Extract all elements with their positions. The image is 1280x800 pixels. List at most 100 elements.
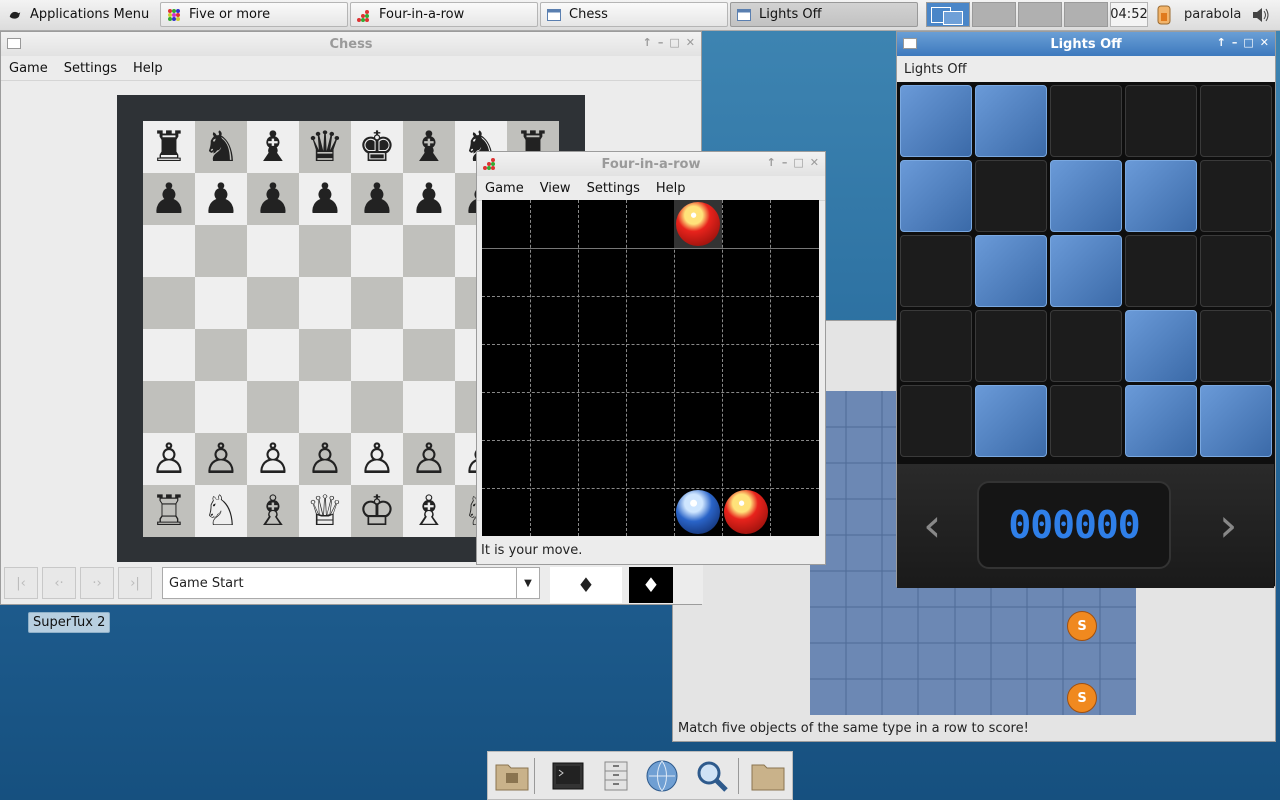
chess-square[interactable] [195,329,247,381]
four-in-a-row-app-icon[interactable] [483,156,497,170]
search-icon[interactable] [694,758,730,794]
chess-square[interactable] [299,329,351,381]
workspace-1[interactable] [926,2,970,27]
light-off[interactable] [1050,385,1122,457]
orange-piece-icon[interactable]: S [1067,611,1097,641]
chess-square[interactable]: ♗ [247,485,299,537]
orange-piece-icon[interactable]: S [1067,683,1097,713]
chess-square[interactable] [403,381,455,433]
maximize-icon[interactable]: □ [793,156,803,169]
web-browser-icon[interactable] [644,758,680,794]
chess-square[interactable]: ♙ [299,433,351,485]
chess-square[interactable]: ♛ [299,121,351,173]
chess-square[interactable] [247,225,299,277]
maximize-icon[interactable]: □ [1243,36,1253,49]
battery-icon[interactable] [1154,4,1174,26]
chess-square[interactable]: ♗ [403,485,455,537]
chess-square[interactable]: ♙ [143,433,195,485]
light-off[interactable] [1050,310,1122,382]
next-level-icon[interactable]: › [1219,498,1237,552]
light-on[interactable] [1125,160,1197,232]
chess-square[interactable] [195,381,247,433]
chess-square[interactable]: ♔ [351,485,403,537]
applications-menu-button[interactable]: Applications Menu [2,2,156,27]
chess-square[interactable]: ♟ [247,173,299,225]
maximize-icon[interactable]: □ [669,36,679,49]
menu-settings[interactable]: Settings [64,61,117,76]
light-off[interactable] [1200,85,1272,157]
chess-square[interactable]: ♟ [299,173,351,225]
first-move-button[interactable]: |‹ [4,567,38,599]
chess-square[interactable]: ♙ [195,433,247,485]
light-on[interactable] [975,235,1047,307]
chess-square[interactable] [351,277,403,329]
chess-square[interactable] [299,381,351,433]
chess-square[interactable] [403,329,455,381]
light-off[interactable] [1200,160,1272,232]
menu-settings[interactable]: Settings [587,181,640,196]
light-off[interactable] [975,160,1047,232]
history-combo[interactable]: Game Start ▼ [162,567,540,599]
chess-square[interactable]: ♞ [195,121,247,173]
menu-help[interactable]: Help [656,181,686,196]
previous-move-button[interactable]: ‹· [42,567,76,599]
chess-square[interactable] [143,277,195,329]
shade-icon[interactable]: ↑ [1217,36,1226,49]
light-off[interactable] [1125,85,1197,157]
minimize-icon[interactable]: – [782,156,788,169]
desktop-icon-supertux[interactable]: SuperTux 2 [28,612,111,633]
chess-square[interactable]: ♘ [195,485,247,537]
task-chess[interactable]: Chess [540,2,728,27]
light-off[interactable] [975,310,1047,382]
chess-square[interactable] [299,277,351,329]
light-off[interactable] [900,385,972,457]
chess-square[interactable]: ♕ [299,485,351,537]
light-on[interactable] [1200,385,1272,457]
folder-icon[interactable] [750,758,786,794]
light-off[interactable] [1200,235,1272,307]
shade-icon[interactable]: ↑ [767,156,776,169]
close-icon[interactable]: ✕ [1260,36,1269,49]
light-off[interactable] [1200,310,1272,382]
chess-square[interactable]: ♟ [143,173,195,225]
light-on[interactable] [1125,310,1197,382]
chess-square[interactable] [351,329,403,381]
four-in-a-row-board[interactable] [482,200,819,536]
chess-square[interactable] [351,225,403,277]
chess-square[interactable]: ♚ [351,121,403,173]
last-move-button[interactable]: ›| [118,567,152,599]
light-on[interactable] [975,385,1047,457]
light-on[interactable] [1050,160,1122,232]
menu-game[interactable]: Game [9,61,48,76]
chess-square[interactable]: ♖ [143,485,195,537]
chess-square[interactable] [351,381,403,433]
light-off[interactable] [900,235,972,307]
chess-square[interactable]: ♝ [403,121,455,173]
chess-square[interactable] [195,277,247,329]
menu-help[interactable]: Help [133,61,163,76]
light-on[interactable] [900,160,972,232]
task-five-or-more[interactable]: Five or more [160,2,348,27]
window-menu-icon[interactable] [7,38,21,49]
light-on[interactable] [1125,385,1197,457]
chess-square[interactable]: ♝ [247,121,299,173]
chess-square[interactable] [403,277,455,329]
chess-square[interactable] [247,329,299,381]
task-four-in-a-row[interactable]: Four-in-a-row [350,2,538,27]
chess-square[interactable] [143,381,195,433]
chess-square[interactable]: ♙ [403,433,455,485]
terminal-icon[interactable] [550,758,586,794]
light-off[interactable] [900,310,972,382]
task-lights-off[interactable]: Lights Off [730,2,918,27]
chess-square[interactable]: ♟ [351,173,403,225]
chess-square[interactable] [247,277,299,329]
previous-level-icon[interactable]: ‹ [923,498,941,552]
shade-icon[interactable]: ↑ [643,36,652,49]
menu-view[interactable]: View [540,181,571,196]
light-on[interactable] [900,85,972,157]
light-on[interactable] [1050,235,1122,307]
workspace-2[interactable] [972,2,1016,27]
close-icon[interactable]: ✕ [810,156,819,169]
minimize-icon[interactable]: – [658,36,664,49]
chess-square[interactable] [143,329,195,381]
